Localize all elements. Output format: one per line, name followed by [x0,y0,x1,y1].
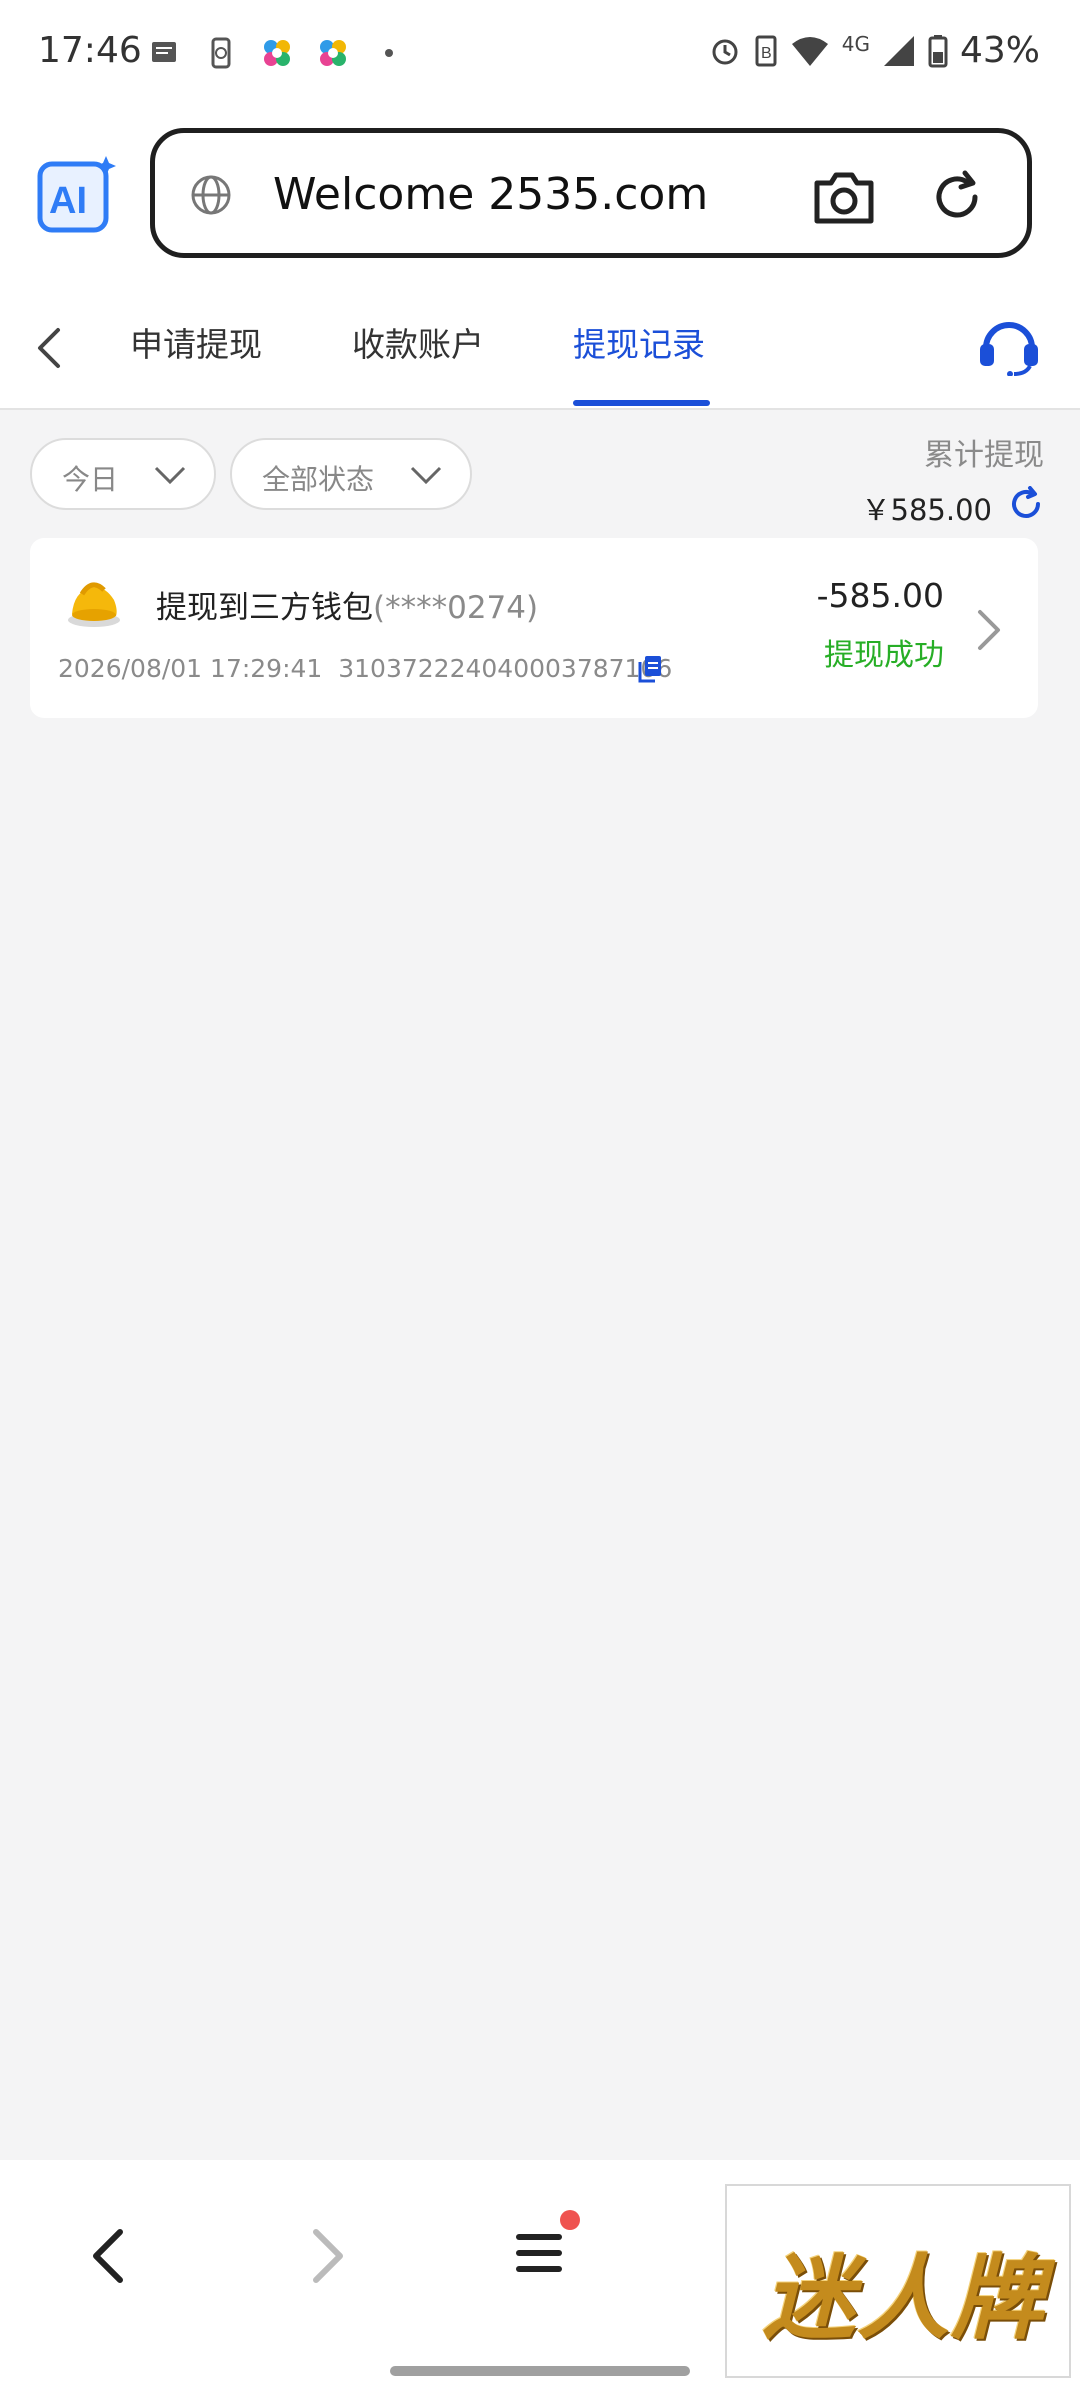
chevron-down-icon [154,466,186,485]
page-header-tabs: 申请提现 收款账户 提现记录 [0,282,1080,410]
status-bar: 17:46 B 4G 43% [0,0,1080,110]
home-indicator[interactable] [390,2366,690,2376]
gold-wallet-icon [68,582,120,627]
active-tab-indicator [573,400,710,406]
copy-icon[interactable] [636,654,664,684]
svg-text:B: B [761,45,772,62]
status-notification-icons [148,36,406,70]
chevron-right-icon [978,610,1000,650]
advertisement-banner[interactable]: 迷人牌 [725,2184,1071,2378]
browser-bottom-bar: 迷人牌 [0,2160,1080,2400]
browser-toolbar: AI Welcome 2535.com [0,110,1080,282]
menu-icon[interactable] [510,2226,570,2280]
status-filter-label: 全部状态 [262,463,375,496]
phone-sync-icon [211,37,231,69]
record-status: 提现成功 [824,638,944,673]
record-datetime: 2026/08/01 17:29:41 [58,654,323,683]
record-title-text: 提现到三方钱包 [156,590,373,626]
tab-withdraw-records[interactable]: 提现记录 [573,318,705,366]
battery-level: 43% [959,30,1040,71]
record-meta: 2026/08/01 17:29:41 31037222404000378710… [58,654,672,683]
network-type: 4G [841,31,870,56]
notification-dot [560,2210,580,2230]
url-text[interactable]: Welcome 2535.com [273,169,708,220]
alarm-icon [712,39,738,64]
status-system-icons: B 4G 43% [708,30,1040,71]
reload-icon[interactable] [929,169,985,225]
camera-icon[interactable] [811,167,877,227]
customer-service-headset-icon[interactable] [976,314,1042,376]
battery-icon [928,34,948,67]
record-amount: -585.00 [816,576,944,615]
total-withdraw-label: 累计提现 [924,438,1044,473]
withdraw-record-card[interactable]: 提现到三方钱包(****0274) 2026/08/01 17:29:41 31… [30,538,1038,718]
record-title: 提现到三方钱包(****0274) [156,582,538,627]
chevron-down-icon [410,466,442,485]
globe-icon [191,175,231,215]
address-bar[interactable]: Welcome 2535.com [150,128,1032,258]
refresh-total-icon[interactable] [1008,486,1044,522]
status-filter-dropdown[interactable]: 全部状态 [230,438,472,510]
back-chevron-icon[interactable] [30,326,70,370]
record-account-mask: (****0274) [373,590,539,626]
wifi-icon [791,36,828,66]
nav-forward-icon[interactable] [308,2226,348,2286]
svg-text:AI: AI [49,180,87,222]
ad-text: 迷人牌 [763,2244,1046,2352]
date-filter-dropdown[interactable]: 今日 [30,438,216,510]
bluetooth-icon: B [755,35,777,66]
app-colorful-icon-2 [320,40,346,66]
nav-back-icon[interactable] [88,2226,128,2286]
signal-icon [883,35,914,66]
total-withdraw-amount: ￥585.00 [861,493,992,527]
record-order-number: 310372224040003787106 [338,654,673,683]
status-time: 17:46 [38,30,142,71]
tab-payment-accounts[interactable]: 收款账户 [352,318,484,366]
date-filter-label: 今日 [62,463,119,496]
ai-logo-icon[interactable]: AI [36,154,116,234]
app-colorful-icon [264,40,290,66]
more-dot-icon [385,49,393,57]
tab-apply-withdraw[interactable]: 申请提现 [130,318,262,366]
message-icon [152,42,176,62]
